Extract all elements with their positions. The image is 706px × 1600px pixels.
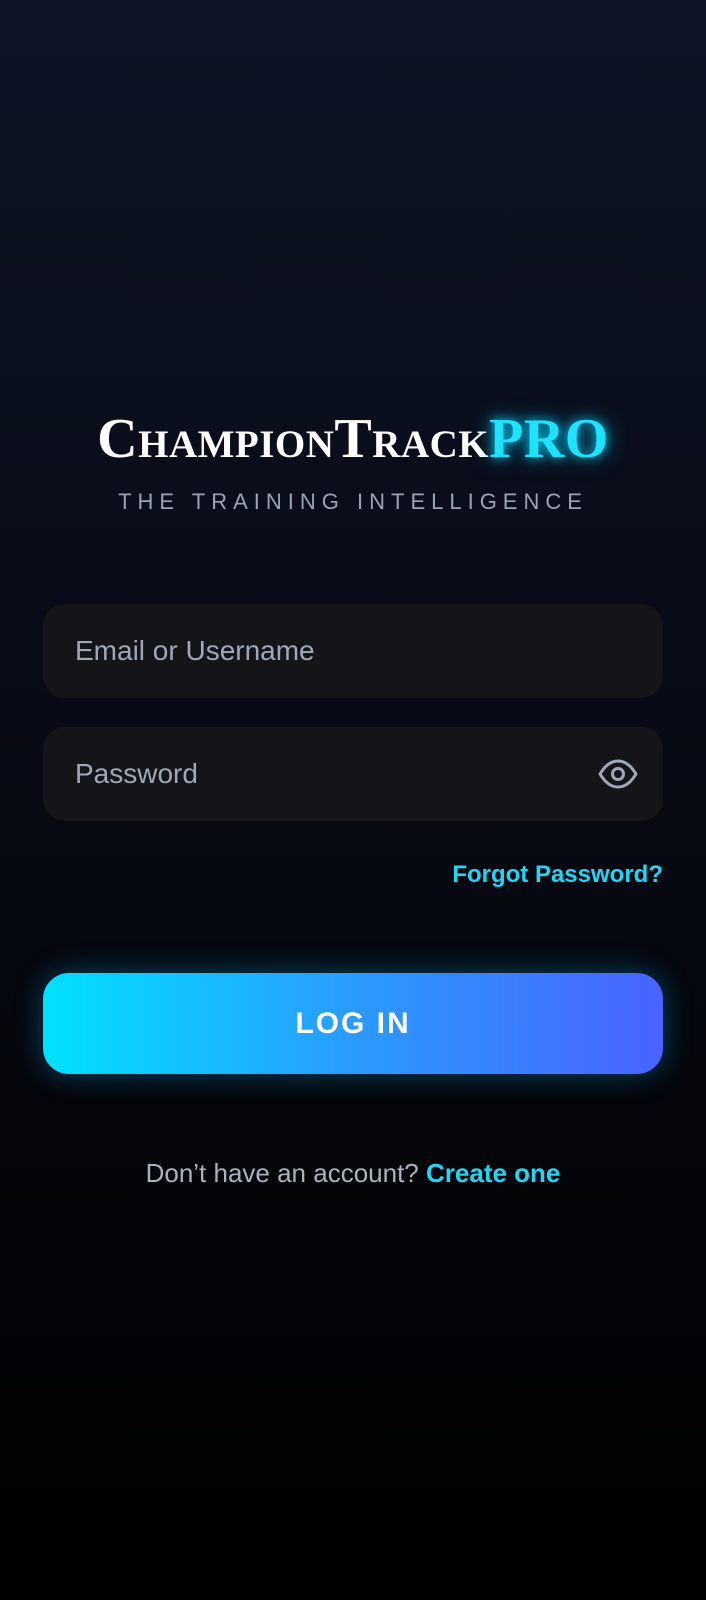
- email-input[interactable]: [75, 631, 631, 671]
- forgot-password-link[interactable]: Forgot Password?: [452, 860, 663, 890]
- login-screen: ChampionTrackPRO THE TRAINING INTELLIGEN…: [0, 0, 706, 1600]
- email-field-container: [43, 604, 663, 698]
- signup-prompt: Don’t have an account? Create one: [0, 1157, 706, 1189]
- brand-suffix: PRO: [489, 408, 609, 470]
- password-input[interactable]: [75, 754, 597, 794]
- app-logo: ChampionTrackPRO: [0, 406, 706, 472]
- brand-name: ChampionTrack: [97, 408, 490, 470]
- eye-icon[interactable]: [597, 753, 639, 795]
- create-account-link[interactable]: Create one: [426, 1158, 560, 1188]
- password-field-container: [43, 727, 663, 821]
- login-button[interactable]: LOG IN: [43, 973, 663, 1074]
- tagline: THE TRAINING INTELLIGENCE: [118, 489, 588, 514]
- signup-prompt-text: Don’t have an account?: [145, 1158, 419, 1188]
